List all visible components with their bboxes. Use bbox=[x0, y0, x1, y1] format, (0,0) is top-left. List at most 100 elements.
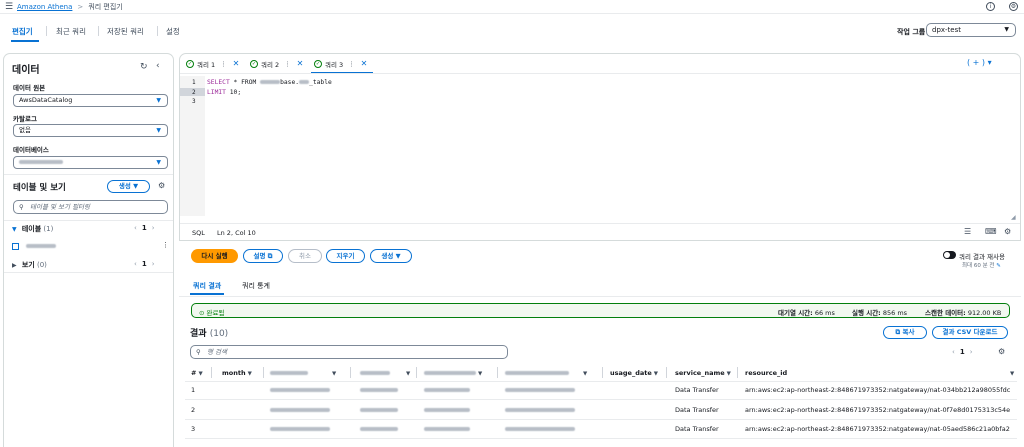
tab-query-results[interactable]: 쿼리 결과 bbox=[193, 281, 221, 291]
cell-redacted bbox=[424, 386, 470, 394]
close-icon[interactable]: ✕ bbox=[297, 59, 304, 68]
caret-down-icon: ▼ bbox=[156, 159, 161, 166]
views-pager[interactable]: ‹ 1 › bbox=[134, 260, 155, 268]
tables-label: 테이블 bbox=[21, 225, 42, 233]
more-options-icon[interactable]: ⋮ bbox=[220, 60, 227, 68]
resize-handle-icon[interactable]: ◢ bbox=[1011, 214, 1016, 221]
cell-resource-id: arn:aws:ec2:ap-northeast-2:848671973352:… bbox=[745, 425, 1010, 433]
column-separator bbox=[497, 367, 498, 378]
col-label: # bbox=[191, 369, 197, 377]
more-options-icon[interactable]: ⋮ bbox=[162, 241, 169, 249]
settings-icon[interactable]: ⚙ bbox=[1009, 2, 1018, 11]
table-item[interactable] bbox=[12, 242, 57, 250]
sql-line-1[interactable]: SELECT * FROM base. _table bbox=[207, 79, 332, 86]
col-header-usage-date[interactable]: usage_date ▼ bbox=[610, 369, 658, 377]
query-tab-1[interactable]: ✓ 쿼리 1 ⋮ ✕ bbox=[186, 54, 239, 73]
cell-redacted bbox=[270, 425, 330, 433]
views-section[interactable]: ▶ 보기 (0) bbox=[12, 260, 47, 270]
sql-line-2[interactable]: LIMIT 10; bbox=[207, 89, 241, 96]
col-header-service-name[interactable]: service_name ▼ bbox=[675, 369, 731, 377]
search-icon: ⚲ bbox=[196, 348, 201, 356]
tab-recent-queries[interactable]: 최근 쿼리 bbox=[56, 26, 86, 37]
tab-editor[interactable]: 편집기 bbox=[12, 26, 33, 37]
run-time-value: 856 ms bbox=[882, 309, 908, 317]
col-header-month[interactable]: month ▼ bbox=[222, 369, 252, 377]
query-tab-2[interactable]: ✓ 쿼리 2 ⋮ ✕ bbox=[250, 54, 303, 73]
cell-redacted bbox=[360, 406, 398, 414]
format-icon[interactable]: ☰ bbox=[964, 227, 971, 236]
filter-placeholder: 테이블 및 보기 필터링 bbox=[30, 203, 91, 211]
cell-service-name: Data Transfer bbox=[675, 425, 719, 433]
row-search-input[interactable]: ⚲ 행 검색 bbox=[190, 345, 508, 359]
col-header-redacted[interactable]: ▼ bbox=[270, 369, 336, 377]
results-title: 결과 (10) bbox=[190, 326, 228, 339]
tables-section[interactable]: ▼ 테이블 (1) bbox=[12, 224, 53, 234]
status-banner: ⊙ 완료됨 대기열 시간: 66 ms 실행 시간: 856 ms 스캔한 데이… bbox=[191, 303, 1010, 318]
catalog-select[interactable]: 없음 ▼ bbox=[13, 124, 168, 137]
info-icon[interactable]: i bbox=[986, 2, 995, 11]
col-header-redacted[interactable]: ▼ bbox=[424, 369, 482, 377]
results-pager[interactable]: ‹ 1 › bbox=[952, 348, 973, 356]
clear-button[interactable]: 지우기 bbox=[326, 249, 365, 263]
data-source-label: 데이터 원본 bbox=[13, 84, 46, 92]
sort-icon: ▼ bbox=[726, 371, 731, 377]
tab-query-stats[interactable]: 쿼리 통계 bbox=[242, 281, 270, 291]
active-tab-indicator bbox=[11, 40, 39, 42]
run-again-button[interactable]: 다시 실행 bbox=[191, 249, 238, 263]
col-header-redacted[interactable]: ▼ bbox=[505, 369, 587, 377]
query-tab-3[interactable]: ✓ 쿼리 3 ⋮ ✕ bbox=[314, 54, 367, 73]
tab-divider bbox=[46, 26, 47, 36]
close-icon[interactable]: ✕ bbox=[361, 59, 368, 68]
run-time: 실행 시간: 856 ms bbox=[852, 307, 907, 317]
table-filter-input[interactable]: ⚲ 테이블 및 보기 필터링 bbox=[13, 200, 168, 214]
hamburger-menu-icon[interactable]: ☰ bbox=[5, 2, 17, 12]
divider bbox=[185, 419, 1017, 420]
divider bbox=[4, 174, 173, 175]
cell-redacted bbox=[505, 425, 575, 433]
edit-icon[interactable]: ✎ bbox=[996, 263, 1001, 269]
data-source-select[interactable]: AwsDataCatalog ▼ bbox=[13, 94, 168, 107]
database-select[interactable]: ▼ bbox=[13, 156, 168, 169]
create-table-button[interactable]: 생성 ▼ bbox=[107, 180, 150, 193]
explain-button[interactable]: 설명 ⧉ bbox=[243, 249, 283, 263]
cell-resource-id: arn:aws:ec2:ap-northeast-2:848671973352:… bbox=[745, 406, 1011, 414]
sort-icon: ▼ bbox=[478, 371, 483, 377]
table-settings-icon[interactable]: ⚙ bbox=[998, 347, 1005, 356]
create-label: 생성 bbox=[381, 252, 394, 260]
copy-button[interactable]: ⧉ 복사 bbox=[883, 326, 927, 339]
close-icon[interactable]: ✕ bbox=[233, 59, 240, 68]
sidebar-title: 데이터 bbox=[12, 65, 40, 76]
download-csv-button[interactable]: 결과 CSV 다운로드 bbox=[932, 326, 1008, 339]
settings-icon[interactable]: ⚙ bbox=[1004, 227, 1011, 236]
keyboard-icon[interactable]: ⌨ bbox=[985, 227, 997, 236]
more-options-icon[interactable]: ⋮ bbox=[348, 60, 355, 68]
more-options-icon[interactable]: ⋮ bbox=[284, 60, 291, 68]
collapse-icon[interactable]: ‹ bbox=[156, 61, 160, 71]
refresh-icon[interactable]: ↻ bbox=[140, 62, 148, 72]
col-header-redacted[interactable]: ▼ bbox=[360, 369, 410, 377]
cancel-button[interactable]: 취소 bbox=[288, 249, 322, 263]
breadcrumb-root[interactable]: Amazon Athena bbox=[17, 3, 72, 11]
tab-settings[interactable]: 설정 bbox=[166, 26, 180, 37]
tables-pager[interactable]: ‹ 1 › bbox=[134, 224, 155, 232]
cell-redacted bbox=[424, 406, 470, 414]
success-check-icon: ✓ bbox=[314, 59, 322, 68]
settings-icon[interactable]: ⚙ bbox=[158, 181, 165, 190]
sort-icon[interactable]: ▼ bbox=[1010, 369, 1014, 377]
create-button[interactable]: 생성 ▼ bbox=[370, 249, 412, 263]
col-header-index[interactable]: # ▼ bbox=[191, 369, 203, 377]
table-prefix-redacted bbox=[299, 80, 310, 84]
column-separator bbox=[737, 367, 738, 378]
editor-language: SQL bbox=[192, 229, 205, 237]
queue-time-value: 66 ms bbox=[814, 309, 835, 317]
add-tab-button[interactable]: ( + ) ▾ bbox=[967, 58, 992, 67]
col-header-resource-id[interactable]: resource_id bbox=[745, 369, 787, 377]
tab-saved-queries[interactable]: 저장된 쿼리 bbox=[107, 26, 144, 37]
reuse-results-toggle[interactable] bbox=[943, 251, 956, 259]
sql-text: _table bbox=[309, 79, 332, 86]
database-value-redacted bbox=[19, 160, 63, 164]
copy-label: 복사 bbox=[902, 328, 915, 336]
divider bbox=[180, 73, 1020, 74]
query-tab-label: 쿼리 2 bbox=[261, 60, 280, 69]
workgroup-select[interactable]: dpx-test ▼ bbox=[926, 23, 1016, 37]
